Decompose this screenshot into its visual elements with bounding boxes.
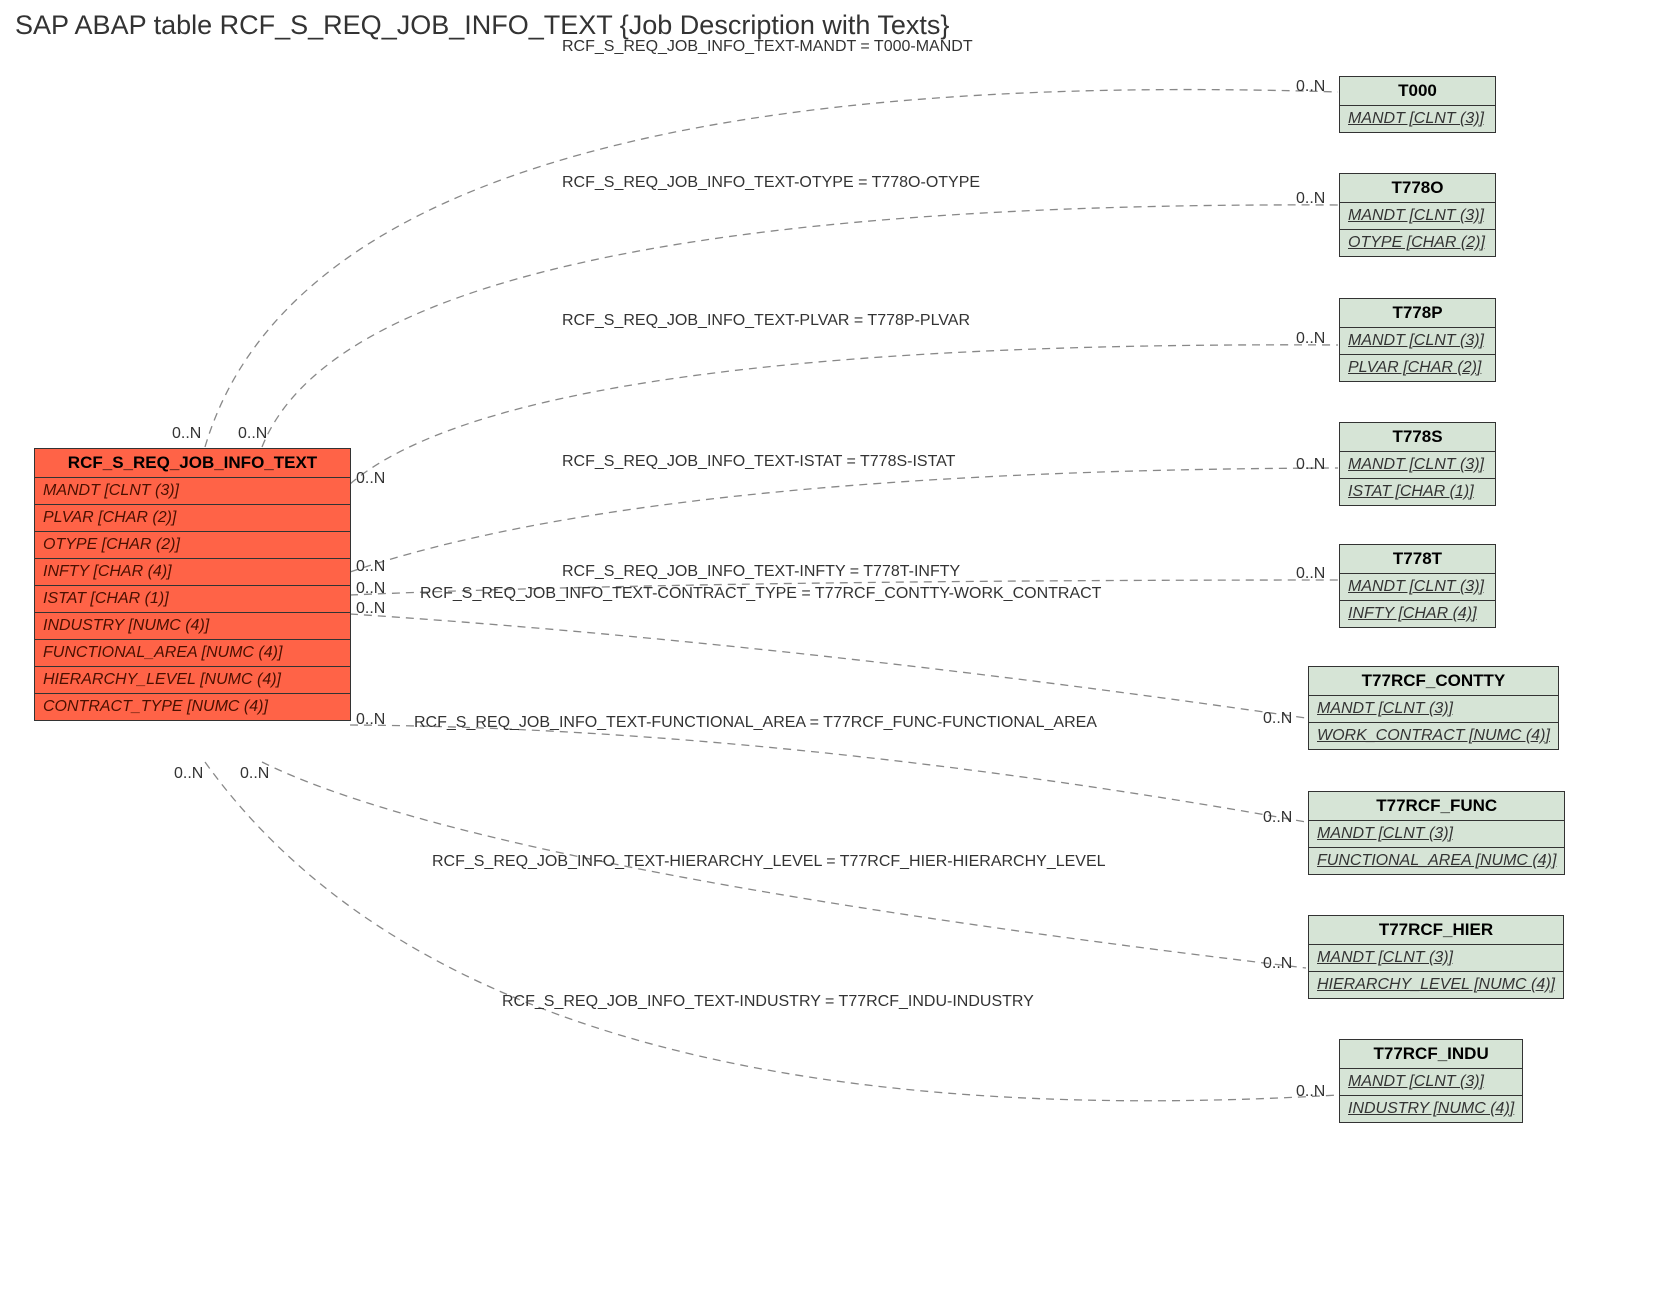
ref-field: ISTAT [CHAR (1)]: [1340, 479, 1495, 505]
cardinality-label: 0..N: [1296, 565, 1325, 583]
ref-field: MANDT [CLNT (3)]: [1340, 203, 1495, 230]
main-entity: RCF_S_REQ_JOB_INFO_TEXT MANDT [CLNT (3)]…: [34, 448, 351, 721]
relation-label: RCF_S_REQ_JOB_INFO_TEXT-OTYPE = T778O-OT…: [562, 174, 980, 192]
cardinality-label: 0..N: [1296, 456, 1325, 474]
cardinality-label: 0..N: [240, 765, 269, 783]
ref-entity-name: T77RCF_FUNC: [1309, 792, 1564, 821]
relation-label: RCF_S_REQ_JOB_INFO_TEXT-INDUSTRY = T77RC…: [502, 993, 1034, 1011]
ref-entity: T77RCF_INDUMANDT [CLNT (3)]INDUSTRY [NUM…: [1339, 1039, 1523, 1123]
cardinality-label: 0..N: [1263, 809, 1292, 827]
ref-entity-name: T778O: [1340, 174, 1495, 203]
cardinality-label: 0..N: [172, 425, 201, 443]
ref-field: INFTY [CHAR (4)]: [1340, 601, 1495, 627]
ref-field: MANDT [CLNT (3)]: [1309, 696, 1558, 723]
cardinality-label: 0..N: [1296, 190, 1325, 208]
main-field: INDUSTRY [NUMC (4)]: [35, 613, 350, 640]
ref-entity: T77RCF_CONTTYMANDT [CLNT (3)]WORK_CONTRA…: [1308, 666, 1559, 750]
ref-entity: T778SMANDT [CLNT (3)]ISTAT [CHAR (1)]: [1339, 422, 1496, 506]
relation-label: RCF_S_REQ_JOB_INFO_TEXT-INFTY = T778T-IN…: [562, 563, 960, 581]
ref-field: MANDT [CLNT (3)]: [1340, 1069, 1522, 1096]
relation-label: RCF_S_REQ_JOB_INFO_TEXT-FUNCTIONAL_AREA …: [414, 714, 1097, 732]
ref-field: MANDT [CLNT (3)]: [1309, 945, 1563, 972]
ref-field: MANDT [CLNT (3)]: [1340, 106, 1495, 132]
ref-entity-name: T778P: [1340, 299, 1495, 328]
cardinality-label: 0..N: [1296, 1083, 1325, 1101]
ref-entity: T000MANDT [CLNT (3)]: [1339, 76, 1496, 133]
main-field: HIERARCHY_LEVEL [NUMC (4)]: [35, 667, 350, 694]
relation-label: RCF_S_REQ_JOB_INFO_TEXT-ISTAT = T778S-IS…: [562, 453, 955, 471]
ref-field: INDUSTRY [NUMC (4)]: [1340, 1096, 1522, 1122]
ref-field: MANDT [CLNT (3)]: [1309, 821, 1564, 848]
cardinality-label: 0..N: [356, 600, 385, 618]
ref-entity-name: T778T: [1340, 545, 1495, 574]
cardinality-label: 0..N: [1296, 330, 1325, 348]
ref-entity-name: T77RCF_INDU: [1340, 1040, 1522, 1069]
ref-field: PLVAR [CHAR (2)]: [1340, 355, 1495, 381]
main-field: ISTAT [CHAR (1)]: [35, 586, 350, 613]
ref-entity: T77RCF_FUNCMANDT [CLNT (3)]FUNCTIONAL_AR…: [1308, 791, 1565, 875]
main-field: OTYPE [CHAR (2)]: [35, 532, 350, 559]
ref-entity-name: T778S: [1340, 423, 1495, 452]
cardinality-label: 0..N: [1296, 78, 1325, 96]
main-field: INFTY [CHAR (4)]: [35, 559, 350, 586]
relation-label: RCF_S_REQ_JOB_INFO_TEXT-PLVAR = T778P-PL…: [562, 312, 970, 330]
cardinality-label: 0..N: [1263, 710, 1292, 728]
cardinality-label: 0..N: [356, 558, 385, 576]
cardinality-label: 0..N: [356, 470, 385, 488]
ref-field: WORK_CONTRACT [NUMC (4)]: [1309, 723, 1558, 749]
relation-label: RCF_S_REQ_JOB_INFO_TEXT-MANDT = T000-MAN…: [562, 38, 973, 56]
cardinality-label: 0..N: [1263, 955, 1292, 973]
main-field: PLVAR [CHAR (2)]: [35, 505, 350, 532]
ref-entity-name: T77RCF_CONTTY: [1309, 667, 1558, 696]
main-field: FUNCTIONAL_AREA [NUMC (4)]: [35, 640, 350, 667]
ref-entity: T778PMANDT [CLNT (3)]PLVAR [CHAR (2)]: [1339, 298, 1496, 382]
ref-field: HIERARCHY_LEVEL [NUMC (4)]: [1309, 972, 1563, 998]
ref-field: FUNCTIONAL_AREA [NUMC (4)]: [1309, 848, 1564, 874]
cardinality-label: 0..N: [356, 711, 385, 729]
relation-label: RCF_S_REQ_JOB_INFO_TEXT-CONTRACT_TYPE = …: [420, 585, 1101, 603]
ref-entity-name: T77RCF_HIER: [1309, 916, 1563, 945]
ref-entity-name: T000: [1340, 77, 1495, 106]
ref-entity: T778TMANDT [CLNT (3)]INFTY [CHAR (4)]: [1339, 544, 1496, 628]
main-field: CONTRACT_TYPE [NUMC (4)]: [35, 694, 350, 720]
cardinality-label: 0..N: [356, 580, 385, 598]
main-entity-name: RCF_S_REQ_JOB_INFO_TEXT: [35, 449, 350, 478]
ref-entity: T77RCF_HIERMANDT [CLNT (3)]HIERARCHY_LEV…: [1308, 915, 1564, 999]
main-field: MANDT [CLNT (3)]: [35, 478, 350, 505]
cardinality-label: 0..N: [174, 765, 203, 783]
ref-entity: T778OMANDT [CLNT (3)]OTYPE [CHAR (2)]: [1339, 173, 1496, 257]
ref-field: MANDT [CLNT (3)]: [1340, 328, 1495, 355]
relation-label: RCF_S_REQ_JOB_INFO_TEXT-HIERARCHY_LEVEL …: [432, 853, 1106, 871]
ref-field: MANDT [CLNT (3)]: [1340, 452, 1495, 479]
diagram-title: SAP ABAP table RCF_S_REQ_JOB_INFO_TEXT {…: [15, 10, 949, 41]
cardinality-label: 0..N: [238, 425, 267, 443]
ref-field: MANDT [CLNT (3)]: [1340, 574, 1495, 601]
ref-field: OTYPE [CHAR (2)]: [1340, 230, 1495, 256]
